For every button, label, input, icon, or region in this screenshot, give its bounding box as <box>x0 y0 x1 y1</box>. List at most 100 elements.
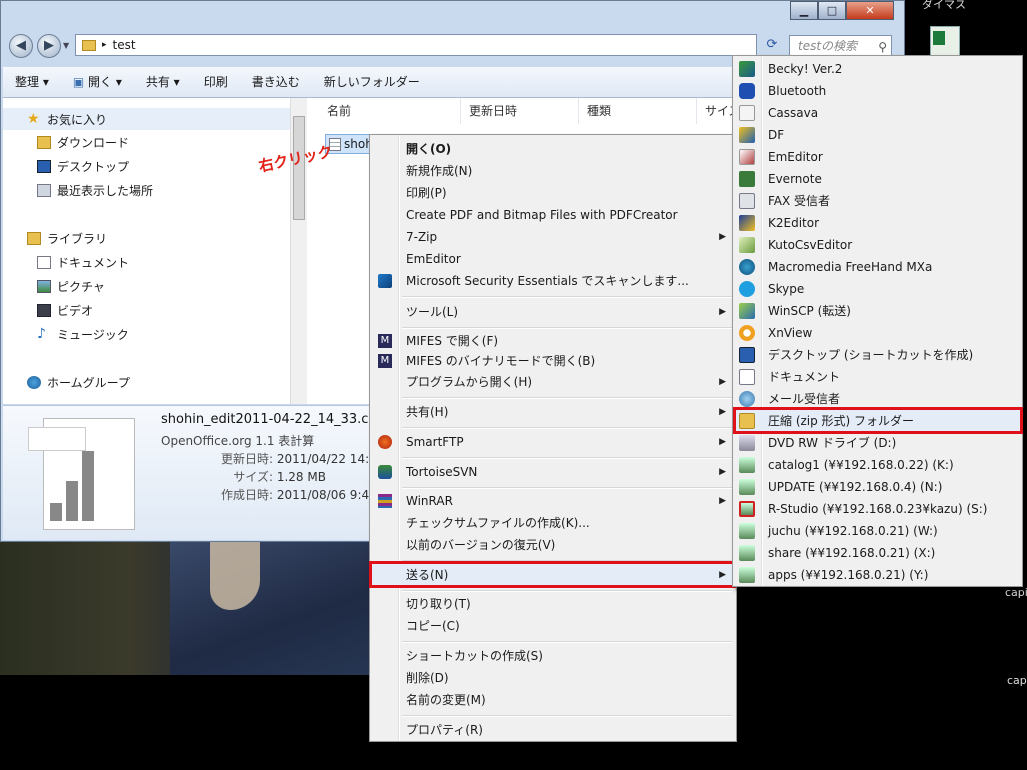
nav-recent[interactable]: 最近表示した場所 <box>37 182 153 199</box>
pictures-icon <box>37 280 51 293</box>
sendto-desktop-shortcut[interactable]: デスクトップ (ショートカットを作成) <box>735 344 1022 366</box>
menu-rename[interactable]: 名前の変更(M) <box>372 689 734 711</box>
print-button[interactable]: 印刷 <box>192 67 240 97</box>
menu-pdfcreator[interactable]: Create PDF and Bitmap Files with PDFCrea… <box>372 204 734 226</box>
menu-checksum[interactable]: チェックサムファイルの作成(K)... <box>372 512 734 534</box>
sendto-cassava[interactable]: Cassava <box>735 102 1022 124</box>
smartftp-icon <box>378 435 392 449</box>
share-button[interactable]: 共有 ▾ <box>134 67 192 97</box>
sendto-fax[interactable]: FAX 受信者 <box>735 190 1022 212</box>
minimize-button[interactable]: ▁ <box>790 1 818 20</box>
nav-scrollbar[interactable] <box>290 98 308 404</box>
menu-7zip[interactable]: 7-Zip ▶ <box>372 226 734 248</box>
sendto-evernote[interactable]: Evernote <box>735 168 1022 190</box>
search-input[interactable]: testの検索 ⚲ <box>789 35 892 57</box>
menu-tortoisesvn[interactable]: TortoiseSVN ▶ <box>372 461 734 483</box>
menu-separator <box>402 641 732 643</box>
sendto-skype[interactable]: Skype <box>735 278 1022 300</box>
sendto-xnview[interactable]: XnView <box>735 322 1022 344</box>
close-button[interactable]: ✕ <box>846 1 894 20</box>
sendto-becky[interactable]: Becky! Ver.2 <box>735 58 1022 80</box>
menu-open[interactable]: 開く(O) <box>372 138 734 160</box>
folder-icon <box>82 39 96 51</box>
menu-mifes-binary[interactable]: M MIFES のバイナリモードで開く(B) <box>372 350 734 372</box>
thumbnail-bar <box>66 481 78 521</box>
sendto-emeditor[interactable]: EmEditor <box>735 146 1022 168</box>
menu-print[interactable]: 印刷(P) <box>372 182 734 204</box>
homegroup-icon <box>27 376 41 389</box>
menu-copy-label: コピー(C) <box>406 619 460 633</box>
thumbnail-bar <box>82 451 94 521</box>
sendto-freehand[interactable]: Macromedia FreeHand MXa <box>735 256 1022 278</box>
sendto-winscp[interactable]: WinSCP (転送) <box>735 300 1022 322</box>
burn-button[interactable]: 書き込む <box>240 67 312 97</box>
sendto-desktop-shortcut-label: デスクトップ (ショートカットを作成) <box>768 348 974 362</box>
nav-downloads[interactable]: ダウンロード <box>37 134 129 151</box>
forward-button[interactable]: ▶ <box>37 34 61 58</box>
sendto-catalog1[interactable]: catalog1 (¥¥192.168.0.22) (K:) <box>735 454 1022 476</box>
nav-libraries-label: ライブラリ <box>47 232 108 246</box>
sendto-rstudio-label: R-Studio (¥¥192.168.0.23¥kazu) (S:) <box>768 502 988 516</box>
sendto-juchu[interactable]: juchu (¥¥192.168.0.21) (W:) <box>735 520 1022 542</box>
menu-restore-previous[interactable]: 以前のバージョンの復元(V) <box>372 534 734 556</box>
search-icon[interactable]: ⚲ <box>878 37 887 57</box>
nav-pictures[interactable]: ピクチャ <box>37 278 105 295</box>
new-folder-button[interactable]: 新しいフォルダー <box>312 67 432 97</box>
sendto-update[interactable]: UPDATE (¥¥192.168.0.4) (N:) <box>735 476 1022 498</box>
disconnected-network-drive-icon <box>739 501 755 517</box>
column-modified[interactable]: 更新日時 <box>461 98 579 124</box>
sendto-share[interactable]: share (¥¥192.168.0.21) (X:) <box>735 542 1022 564</box>
nav-homegroup[interactable]: ホームグループ <box>27 374 130 391</box>
details-created: 作成日時: 2011/08/06 9:42 <box>163 486 377 503</box>
nav-favorites[interactable]: ★ お気に入り <box>3 108 290 130</box>
sendto-bluetooth[interactable]: Bluetooth <box>735 80 1022 102</box>
menu-create-shortcut[interactable]: ショートカットの作成(S) <box>372 645 734 667</box>
column-name[interactable]: 名前 <box>319 98 461 124</box>
menu-properties-label: プロパティ(R) <box>406 723 483 737</box>
nav-music[interactable]: ♪ ミュージック <box>37 326 129 343</box>
menu-mifes-open[interactable]: M MIFES で開く(F) <box>372 330 734 352</box>
menu-properties[interactable]: プロパティ(R) <box>372 719 734 741</box>
excel-file-icon[interactable] <box>930 26 960 58</box>
sendto-kutocsveditor[interactable]: KutoCsvEditor <box>735 234 1022 256</box>
maximize-button[interactable]: □ <box>818 1 846 20</box>
sendto-dvd-drive[interactable]: DVD RW ドライブ (D:) <box>735 432 1022 454</box>
address-bar[interactable]: ▸ test <box>75 34 757 56</box>
menu-open-label: 開く(O) <box>406 142 452 156</box>
sendto-k2editor[interactable]: K2Editor <box>735 212 1022 234</box>
desktop-icon <box>37 160 51 173</box>
menu-open-with[interactable]: プログラムから開く(H) ▶ <box>372 371 734 393</box>
sendto-apps-label: apps (¥¥192.168.0.21) (Y:) <box>768 568 929 582</box>
menu-separator <box>402 590 732 592</box>
sendto-xnview-label: XnView <box>768 326 813 340</box>
dvd-drive-icon <box>739 435 755 451</box>
menu-share[interactable]: 共有(H) ▶ <box>372 401 734 423</box>
column-type[interactable]: 種類 <box>579 98 697 124</box>
breadcrumb-test[interactable]: test <box>113 38 136 52</box>
menu-cut[interactable]: 切り取り(T) <box>372 593 734 615</box>
menu-tools[interactable]: ツール(L) ▶ <box>372 301 734 323</box>
menu-copy[interactable]: コピー(C) <box>372 615 734 637</box>
network-drive-icon <box>739 479 755 495</box>
menu-emeditor[interactable]: EmEditor <box>372 248 734 270</box>
menu-delete[interactable]: 削除(D) <box>372 667 734 689</box>
recent-pages-chevron-icon[interactable]: ▼ <box>63 41 69 50</box>
sendto-apps[interactable]: apps (¥¥192.168.0.21) (Y:) <box>735 564 1022 586</box>
breadcrumb-separator-icon[interactable]: ▸ <box>102 40 107 50</box>
sendto-df[interactable]: DF <box>735 124 1022 146</box>
kutocsveditor-icon <box>739 237 755 253</box>
nav-videos[interactable]: ビデオ <box>37 302 93 319</box>
menu-smartftp[interactable]: SmartFTP ▶ <box>372 431 734 453</box>
menu-mse-scan[interactable]: Microsoft Security Essentials でスキャンします..… <box>372 270 734 292</box>
open-button[interactable]: ▣ 開く ▾ <box>61 67 134 97</box>
nav-desktop[interactable]: デスクトップ <box>37 158 129 175</box>
refresh-icon[interactable]: ⟳ <box>761 35 783 57</box>
menu-new[interactable]: 新規作成(N) <box>372 160 734 182</box>
menu-winrar[interactable]: WinRAR ▶ <box>372 490 734 512</box>
sendto-rstudio[interactable]: R-Studio (¥¥192.168.0.23¥kazu) (S:) <box>735 498 1022 520</box>
sendto-documents[interactable]: ドキュメント <box>735 366 1022 388</box>
nav-documents[interactable]: ドキュメント <box>37 254 129 271</box>
nav-libraries[interactable]: ライブラリ <box>27 230 107 247</box>
back-button[interactable]: ◀ <box>9 34 33 58</box>
organize-button[interactable]: 整理 ▾ <box>3 67 61 97</box>
